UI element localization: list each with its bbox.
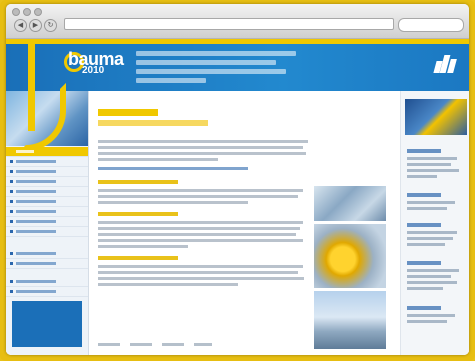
monitor-frame: ◀ ▶ ↻ bauma 2010 xyxy=(0,0,475,361)
site-header-banner: bauma 2010 xyxy=(6,39,469,91)
header-tagline xyxy=(136,51,366,87)
footer-link[interactable] xyxy=(130,342,152,346)
sidebar-item[interactable] xyxy=(6,207,88,217)
search-input[interactable] xyxy=(398,18,464,32)
body-text-line xyxy=(98,158,218,161)
sidebar-nav xyxy=(6,147,88,297)
sidebar-item[interactable] xyxy=(6,177,88,187)
machinery-photo xyxy=(314,186,386,221)
address-bar[interactable] xyxy=(64,18,394,30)
yellow-machine-photo xyxy=(314,224,386,288)
maximize-window-button[interactable] xyxy=(34,8,42,16)
sidebar-item[interactable] xyxy=(6,197,88,207)
body-text-line xyxy=(98,239,303,242)
content-images xyxy=(314,186,386,352)
body-text-line xyxy=(98,271,298,274)
body-text-line xyxy=(98,227,300,230)
section-heading xyxy=(98,180,178,184)
close-window-button[interactable] xyxy=(12,8,20,16)
section-link[interactable] xyxy=(407,193,441,197)
page-subtitle xyxy=(98,120,208,126)
sidebar-item[interactable] xyxy=(6,287,88,297)
web-page: bauma 2010 xyxy=(6,39,469,355)
right-sidebar-section xyxy=(407,193,463,213)
body-text-line xyxy=(98,283,238,286)
sidebar-item[interactable] xyxy=(6,249,88,259)
yellow-arc-decoration xyxy=(20,83,66,151)
sidebar-item[interactable] xyxy=(6,167,88,177)
sidebar-item-active[interactable] xyxy=(6,147,88,157)
back-icon[interactable]: ◀ xyxy=(14,19,27,32)
site-logo[interactable]: bauma 2010 xyxy=(68,49,124,76)
sidebar-feature-image[interactable] xyxy=(405,99,467,135)
body-text-line xyxy=(98,195,298,198)
sidebar-item[interactable] xyxy=(6,227,88,237)
reload-icon[interactable]: ↻ xyxy=(44,19,57,32)
sidebar-item[interactable] xyxy=(6,277,88,287)
browser-window: ◀ ▶ ↻ bauma 2010 xyxy=(6,4,469,355)
right-sidebar-section xyxy=(407,223,463,249)
sidebar-promo-box[interactable] xyxy=(12,301,82,347)
sidebar-item[interactable] xyxy=(6,259,88,269)
forward-icon[interactable]: ▶ xyxy=(29,19,42,32)
organizer-logo-icon xyxy=(433,53,457,73)
sidebar-item[interactable] xyxy=(6,157,88,167)
right-sidebar-section xyxy=(407,306,463,326)
content-link[interactable] xyxy=(98,167,248,170)
browser-toolbar: ◀ ▶ ↻ xyxy=(6,4,469,39)
body-text-line xyxy=(98,201,248,204)
minimize-window-button[interactable] xyxy=(23,8,31,16)
right-sidebar-section xyxy=(407,149,463,181)
right-sidebar xyxy=(400,91,469,355)
body-text-line xyxy=(98,233,296,236)
body-text-line xyxy=(98,152,306,155)
sidebar-header-image xyxy=(6,41,88,151)
body-text-line xyxy=(98,277,304,280)
main-content xyxy=(98,109,308,289)
footer-link[interactable] xyxy=(162,342,184,346)
page-title xyxy=(98,109,158,116)
header-stripe xyxy=(6,39,469,44)
sidebar-item[interactable] xyxy=(6,217,88,227)
body-text-line xyxy=(98,245,188,248)
left-sidebar xyxy=(6,41,89,355)
sidebar-item[interactable] xyxy=(6,187,88,197)
section-link[interactable] xyxy=(407,261,441,265)
section-link[interactable] xyxy=(407,306,441,310)
right-sidebar-section xyxy=(407,261,463,293)
window-controls xyxy=(12,8,42,16)
section-link[interactable] xyxy=(407,223,441,227)
body-text-line xyxy=(98,221,303,224)
section-heading xyxy=(98,212,178,216)
footer-link[interactable] xyxy=(194,342,212,346)
body-text-line xyxy=(98,146,303,149)
body-text-line xyxy=(98,265,303,268)
body-text-line xyxy=(98,189,303,192)
body-text-line xyxy=(98,140,308,143)
section-heading xyxy=(98,256,178,260)
section-link[interactable] xyxy=(407,149,441,153)
page-footer xyxy=(98,339,398,349)
footer-link[interactable] xyxy=(98,342,120,346)
